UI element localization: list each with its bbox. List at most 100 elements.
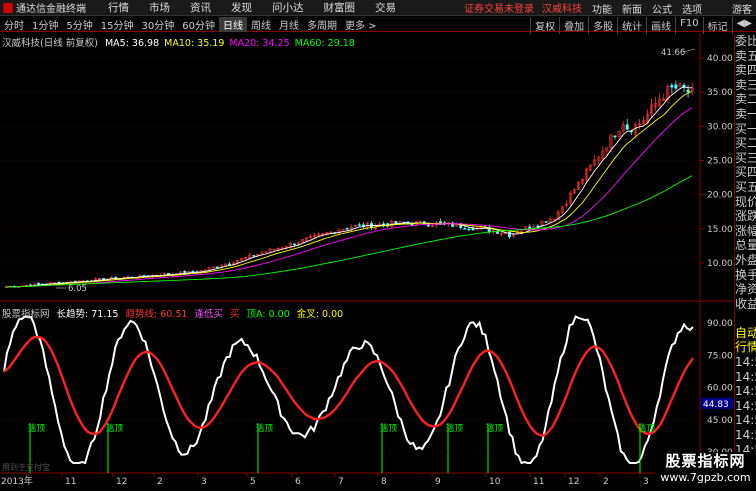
quote-panel-item[interactable]: 买二	[735, 136, 756, 151]
quote-panel-item[interactable]: 14:5	[735, 370, 756, 385]
quote-panel-item[interactable]	[735, 311, 756, 326]
menu-wealth[interactable]: 财富圈	[324, 0, 356, 15]
period-monthly[interactable]: 月线	[275, 17, 303, 32]
candle-body	[528, 226, 532, 229]
date-tick-label: 10	[489, 477, 501, 487]
candle-body	[463, 228, 467, 230]
quote-panel-item[interactable]: 涨幅	[735, 224, 756, 239]
quote-panel-item[interactable]: 买四	[735, 165, 756, 180]
quote-panel-item[interactable]: 卖二	[735, 92, 756, 107]
date-tick-label: 12	[116, 477, 127, 487]
top-right-menu: 功能 新面 公式 选项 游客	[592, 1, 752, 16]
watermark-url: www.7gpzb.com	[660, 471, 751, 484]
escape-top-label: 逃顶	[380, 423, 398, 434]
candle-body	[674, 84, 678, 89]
quote-panel-item[interactable]: 14:5	[735, 384, 756, 399]
quote-panel-item[interactable]: 买一	[735, 122, 756, 137]
period-30min[interactable]: 30分钟	[137, 17, 178, 32]
quote-panel-item[interactable]: 卖三	[735, 78, 756, 93]
quote-panel-item[interactable]: 行情	[735, 340, 756, 355]
quote-panel-item[interactable]: 14:5	[735, 355, 756, 370]
candle-body	[345, 228, 349, 230]
menu-new-page[interactable]: 新面	[622, 1, 642, 16]
indicator-tick-label: 90.00	[707, 319, 733, 329]
menu-trade[interactable]: 交易	[375, 0, 396, 15]
candle-body	[37, 283, 41, 285]
candle-body	[613, 135, 617, 138]
period-more[interactable]: 更多 >	[341, 17, 381, 32]
quote-side-panel: 委比卖五卖四卖三卖二卖一买一买二买三买四买五现价涨跌涨幅总量外盘换手净资收益自动…	[734, 34, 756, 487]
tool-overlay[interactable]: 叠加	[559, 17, 588, 34]
menu-quotes[interactable]: 行情	[108, 0, 129, 15]
price-tick-label: 25.00	[707, 157, 733, 167]
menu-function[interactable]: 功能	[592, 1, 612, 16]
quote-panel-item[interactable]: 14:5	[735, 399, 756, 414]
period-daily[interactable]: 日线	[218, 16, 247, 32]
tool-draw[interactable]: 画线	[646, 17, 675, 34]
chart-canvas[interactable]: 40.00 35.00 30.00 25.00 20.00 15.00 10.00 41.66…	[0, 33, 733, 488]
quote-panel-item[interactable]: 收益	[735, 297, 756, 312]
tool-f10[interactable]: F10	[675, 17, 702, 34]
candle-body	[471, 228, 475, 231]
tool-stats[interactable]: 统计	[617, 17, 646, 34]
price-tick-label: 15.00	[707, 225, 733, 235]
menu-ask[interactable]: 问小达	[272, 0, 304, 15]
tool-multi-stock[interactable]: 多股	[588, 17, 617, 34]
date-tick-label: 2	[157, 477, 163, 487]
quote-panel-item[interactable]: 涨跌	[735, 209, 756, 224]
tool-adjust[interactable]: 复权	[530, 17, 559, 34]
indicator-note: 用到于支付宝	[2, 462, 50, 472]
app-title: 通达信金融终端	[16, 4, 86, 15]
candle-body	[418, 220, 422, 223]
indicator-name: 股票指标网	[2, 309, 50, 320]
quote-panel-item[interactable]: 总量	[735, 238, 756, 253]
quote-panel-item[interactable]: 换手	[735, 268, 756, 283]
tool-nav-arrows[interactable]: ◀▶	[731, 17, 756, 34]
indicator-tick-label: 75.00	[707, 351, 733, 361]
period-1min[interactable]: 1分钟	[28, 17, 62, 32]
buy-label: 买	[230, 309, 240, 320]
period-multi[interactable]: 多周期	[303, 17, 341, 32]
escape-top-label: 逃顶	[446, 423, 464, 434]
candle-body	[227, 263, 231, 266]
candle-body	[357, 224, 361, 226]
quote-panel-item[interactable]: 卖五	[735, 49, 756, 64]
quote-panel-item[interactable]: 卖一	[735, 107, 756, 122]
quote-panel-item[interactable]: 14:5	[735, 413, 756, 428]
login-warning[interactable]: 证券交易未登录	[464, 0, 534, 15]
top-menu-bar: 通达信金融终端 行情 市场 资讯 发现 问小达 财富圈 交易 证券交易未登录 汉…	[0, 0, 756, 16]
quote-panel-item[interactable]: 卖四	[735, 63, 756, 78]
period-tick[interactable]: 分时	[0, 17, 28, 32]
quote-panel-item[interactable]: 委比	[735, 34, 756, 49]
stock-title: 汉威科技(日线 前复权)	[2, 38, 98, 49]
date-tick-label: 7	[338, 477, 344, 487]
menu-market[interactable]: 市场	[149, 0, 170, 15]
date-tick-label: 5	[250, 477, 256, 487]
escape-top-label: 逃顶	[256, 423, 274, 434]
quote-panel-item[interactable]: 买五	[735, 180, 756, 195]
period-5min[interactable]: 5分钟	[62, 17, 96, 32]
escape-top-label: 逃顶	[638, 423, 656, 434]
app-logo-icon	[3, 2, 13, 13]
indicator-info-line: 股票指标网 长趋势: 71.15 趋势线: 60.51 逢低买 买 顶A: 0.…	[2, 306, 343, 320]
period-15min[interactable]: 15分钟	[97, 17, 138, 32]
period-weekly[interactable]: 周线	[247, 17, 275, 32]
quote-panel-item[interactable]: 外盘	[735, 253, 756, 268]
menu-formula[interactable]: 公式	[652, 1, 672, 16]
quote-panel-item[interactable]: 净资	[735, 282, 756, 297]
period-60min[interactable]: 60分钟	[178, 17, 219, 32]
date-tick-label: 11	[533, 477, 544, 487]
menu-discover[interactable]: 发现	[231, 0, 252, 15]
guest-user[interactable]: 游客	[732, 1, 752, 16]
quote-panel-item[interactable]: 自动	[735, 326, 756, 341]
chart-area[interactable]: 40.00 35.00 30.00 25.00 20.00 15.00 10.00 41.66…	[0, 33, 733, 488]
tool-mark[interactable]: 标记	[702, 17, 732, 34]
quote-panel-item[interactable]: 现价	[735, 195, 756, 210]
date-tick-label: 9	[435, 477, 441, 487]
price-tick-label: 35.00	[707, 88, 733, 98]
quote-panel-item[interactable]: 14:5	[735, 428, 756, 443]
menu-options[interactable]: 选项	[682, 1, 702, 16]
quote-panel-item[interactable]: 买三	[735, 151, 756, 166]
candle-body	[625, 124, 629, 130]
menu-news[interactable]: 资讯	[190, 0, 211, 15]
